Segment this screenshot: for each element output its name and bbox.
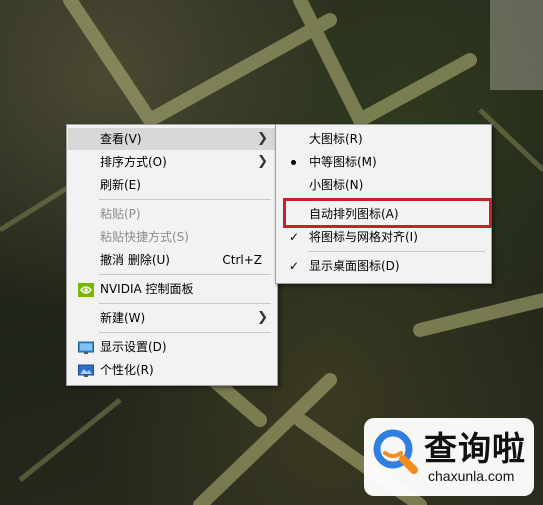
menu-item-personalize[interactable]: 个性化(R) [68, 359, 276, 381]
menu-item-label: 新建(W) [100, 311, 146, 325]
magnifier-logo-icon [370, 426, 420, 476]
menu-item-sort-by[interactable]: 排序方式(O) ❯ [68, 151, 276, 173]
menu-item-nvidia-control-panel[interactable]: NVIDIA 控制面板 [68, 278, 276, 300]
personalize-icon [78, 363, 94, 377]
submenu-item-align-to-grid[interactable]: ✓ 将图标与网格对齐(I) [277, 226, 490, 248]
chevron-right-icon: ❯ [257, 310, 268, 325]
radio-bullet-icon [291, 160, 296, 165]
submenu-item-show-desktop-icons[interactable]: ✓ 显示桌面图标(D) [277, 255, 490, 277]
chevron-right-icon: ❯ [257, 131, 268, 146]
desktop-context-menu: 查看(V) ❯ 排序方式(O) ❯ 刷新(E) 粘贴(P) 粘贴快捷方式(S) … [66, 124, 278, 386]
menu-item-label: 将图标与网格对齐(I) [309, 230, 418, 244]
menu-item-undo-delete[interactable]: 撤消 删除(U) Ctrl+Z [68, 249, 276, 271]
watermark-title: 查询啦 [424, 429, 526, 468]
menu-item-label: 撤消 删除(U) [100, 253, 170, 267]
menu-separator [308, 251, 485, 252]
nvidia-icon [78, 282, 94, 297]
menu-item-view[interactable]: 查看(V) ❯ [68, 128, 276, 150]
watermark-url: chaxunla.com [428, 468, 515, 484]
menu-item-label: 刷新(E) [100, 178, 141, 192]
menu-item-label: 中等图标(M) [309, 155, 377, 169]
menu-item-label: 显示设置(D) [100, 340, 167, 354]
checkmark-icon: ✓ [289, 230, 300, 244]
menu-item-refresh[interactable]: 刷新(E) [68, 174, 276, 196]
menu-separator [99, 332, 271, 333]
submenu-item-large-icons[interactable]: 大图标(R) [277, 128, 490, 150]
shortcut-label: Ctrl+Z [222, 253, 262, 267]
menu-item-label: 小图标(N) [309, 178, 364, 192]
menu-item-label: 粘贴快捷方式(S) [100, 230, 189, 244]
checkmark-icon: ✓ [289, 259, 300, 273]
menu-item-label: 排序方式(O) [100, 155, 167, 169]
menu-item-label: 个性化(R) [100, 363, 154, 377]
menu-item-label: 粘贴(P) [100, 207, 141, 221]
menu-item-display-settings[interactable]: 显示设置(D) [68, 336, 276, 358]
menu-item-label: 查看(V) [100, 132, 142, 146]
chaxunla-watermark: 查询啦 chaxunla.com [364, 418, 534, 496]
submenu-item-medium-icons[interactable]: 中等图标(M) [277, 151, 490, 173]
menu-item-paste-shortcut[interactable]: 粘贴快捷方式(S) [68, 226, 276, 248]
menu-item-paste[interactable]: 粘贴(P) [68, 203, 276, 225]
menu-item-label: NVIDIA 控制面板 [100, 282, 194, 296]
menu-separator [99, 199, 271, 200]
menu-item-label: 显示桌面图标(D) [309, 259, 400, 273]
menu-item-new[interactable]: 新建(W) ❯ [68, 307, 276, 329]
submenu-item-small-icons[interactable]: 小图标(N) [277, 174, 490, 196]
menu-separator [99, 303, 271, 304]
menu-separator [99, 274, 271, 275]
chevron-right-icon: ❯ [257, 154, 268, 169]
display-settings-icon [78, 340, 94, 354]
annotation-highlight-box [283, 198, 492, 228]
menu-item-label: 大图标(R) [309, 132, 363, 146]
